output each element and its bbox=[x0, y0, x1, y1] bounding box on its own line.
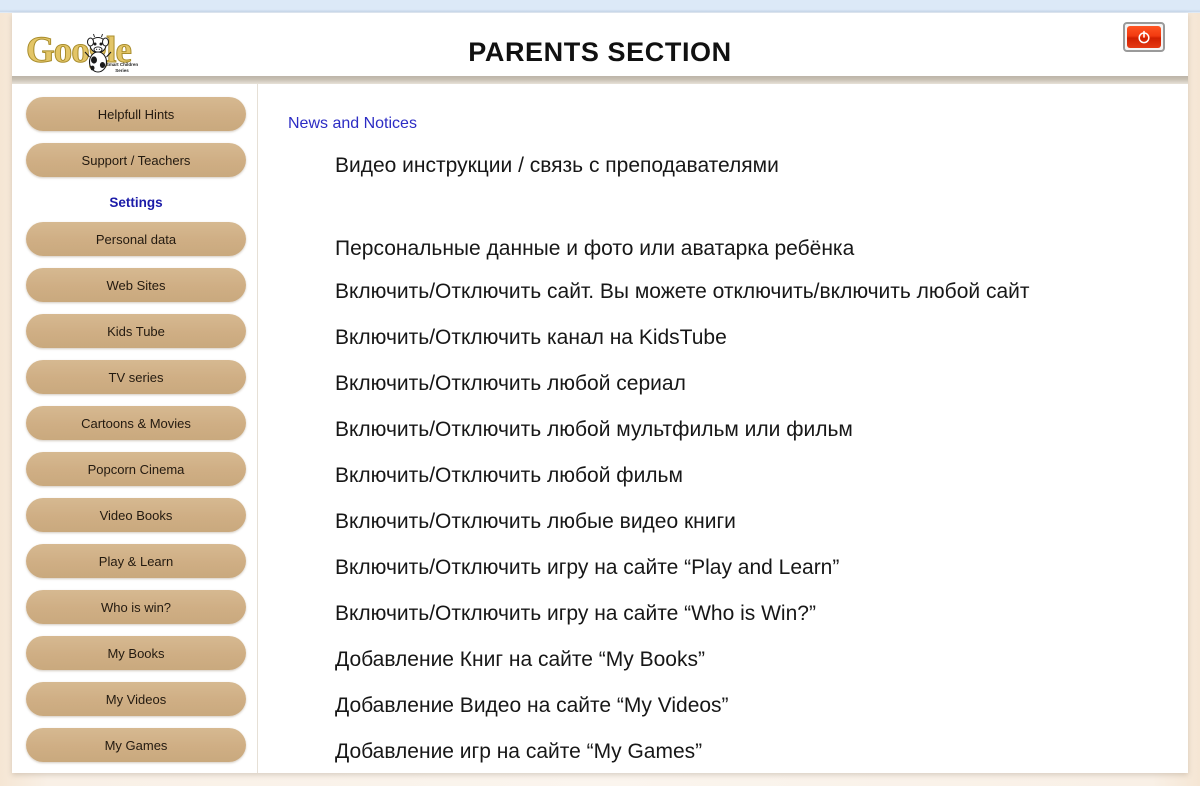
content-row: Включить/Отключить игру на сайте “Who is… bbox=[335, 602, 816, 625]
content-row: Включить/Отключить любой мультфильм или … bbox=[335, 418, 853, 441]
sidebar-item-who-is-win[interactable]: Who is win? bbox=[26, 590, 246, 624]
sidebar-item-label: Kids Tube bbox=[107, 323, 165, 339]
page-title: PARENTS SECTION bbox=[468, 37, 732, 67]
top-browser-strip bbox=[0, 0, 1200, 13]
content-row: Включить/Отключить любой фильм bbox=[335, 464, 683, 487]
content-row: Видео инструкции / связь с преподавателя… bbox=[335, 154, 779, 177]
power-icon bbox=[1138, 30, 1150, 44]
sidebar-item-label: My Books bbox=[107, 645, 165, 661]
content-row: Персональные данные и фото или аватарка … bbox=[335, 237, 855, 260]
app-body: Helpfull Hints Support / Teachers Settings… bbox=[12, 84, 1188, 773]
sidebar-item-kids-tube[interactable]: Kids Tube bbox=[26, 314, 246, 348]
sidebar-item-my-games[interactable]: My Games bbox=[26, 728, 246, 762]
sidebar-item-label: TV series bbox=[108, 369, 164, 385]
news-and-notices-label: News and Notices bbox=[288, 115, 417, 132]
sidebar-item-web-sites[interactable]: Web Sites bbox=[26, 268, 246, 302]
sidebar-item-my-videos[interactable]: My Videos bbox=[26, 682, 246, 716]
app-header: Google Smart Children Series PARENTS SEC… bbox=[12, 13, 1188, 76]
sidebar-heading-label: Settings bbox=[109, 194, 163, 210]
main-content: News and Notices Видео инструкции / связ… bbox=[259, 84, 1188, 773]
content-row: Включить/Отключить сайт. Вы можете отклю… bbox=[335, 280, 1030, 303]
sidebar-item-label: Support / Teachers bbox=[81, 152, 191, 168]
sidebar-item-cartoons-movies[interactable]: Cartoons & Movies bbox=[26, 406, 246, 440]
sidebar-heading-settings: Settings bbox=[26, 191, 246, 213]
sidebar-item-personal-data[interactable]: Personal data bbox=[26, 222, 246, 256]
content-row: Добавление игр на сайте “My Games” bbox=[335, 740, 703, 763]
sidebar-item-label: Who is win? bbox=[100, 599, 172, 615]
sidebar-item-label: Popcorn Cinema bbox=[87, 461, 185, 477]
sidebar: Helpfull Hints Support / Teachers Settings… bbox=[12, 84, 258, 773]
sidebar-item-label: Helpfull Hints bbox=[97, 106, 175, 122]
content-row: Включить/Отключить любые видео книги bbox=[335, 510, 736, 533]
sidebar-item-popcorn-cinema[interactable]: Popcorn Cinema bbox=[26, 452, 246, 486]
content-row: Включить/Отключить любой сериал bbox=[335, 372, 686, 395]
sidebar-item-my-books[interactable]: My Books bbox=[26, 636, 246, 670]
logo-subtitle-line2: Series bbox=[115, 67, 129, 73]
sidebar-item-label: My Videos bbox=[105, 691, 167, 707]
content-row: Включить/Отключить игру на сайте “Play a… bbox=[335, 556, 840, 579]
content-row: Добавление Книг на сайте “My Books” bbox=[335, 648, 705, 671]
sidebar-item-label: Web Sites bbox=[106, 277, 166, 293]
exit-button[interactable] bbox=[1123, 22, 1165, 52]
sidebar-item-video-books[interactable]: Video Books bbox=[26, 498, 246, 532]
content-row: Включить/Отключить канал на KidsTube bbox=[335, 326, 727, 349]
exit-button-surface bbox=[1127, 26, 1161, 48]
sidebar-item-label: Personal data bbox=[95, 231, 177, 247]
app-window: Google Smart Children Series PARENTS SEC… bbox=[12, 13, 1188, 773]
sidebar-item-label: Cartoons & Movies bbox=[81, 415, 191, 431]
sidebar-item-helpfull-hints[interactable]: Helpfull Hints bbox=[26, 97, 246, 131]
sidebar-item-label: My Games bbox=[104, 737, 168, 753]
header-divider bbox=[12, 76, 1188, 84]
sidebar-item-support-teachers[interactable]: Support / Teachers bbox=[26, 143, 246, 177]
sidebar-item-play-learn[interactable]: Play & Learn bbox=[26, 544, 246, 578]
sidebar-item-label: Video Books bbox=[99, 507, 173, 523]
sidebar-item-tv-series[interactable]: TV series bbox=[26, 360, 246, 394]
sidebar-item-label: Play & Learn bbox=[98, 553, 174, 569]
content-row: Добавление Видео на сайте “My Videos” bbox=[335, 694, 729, 717]
